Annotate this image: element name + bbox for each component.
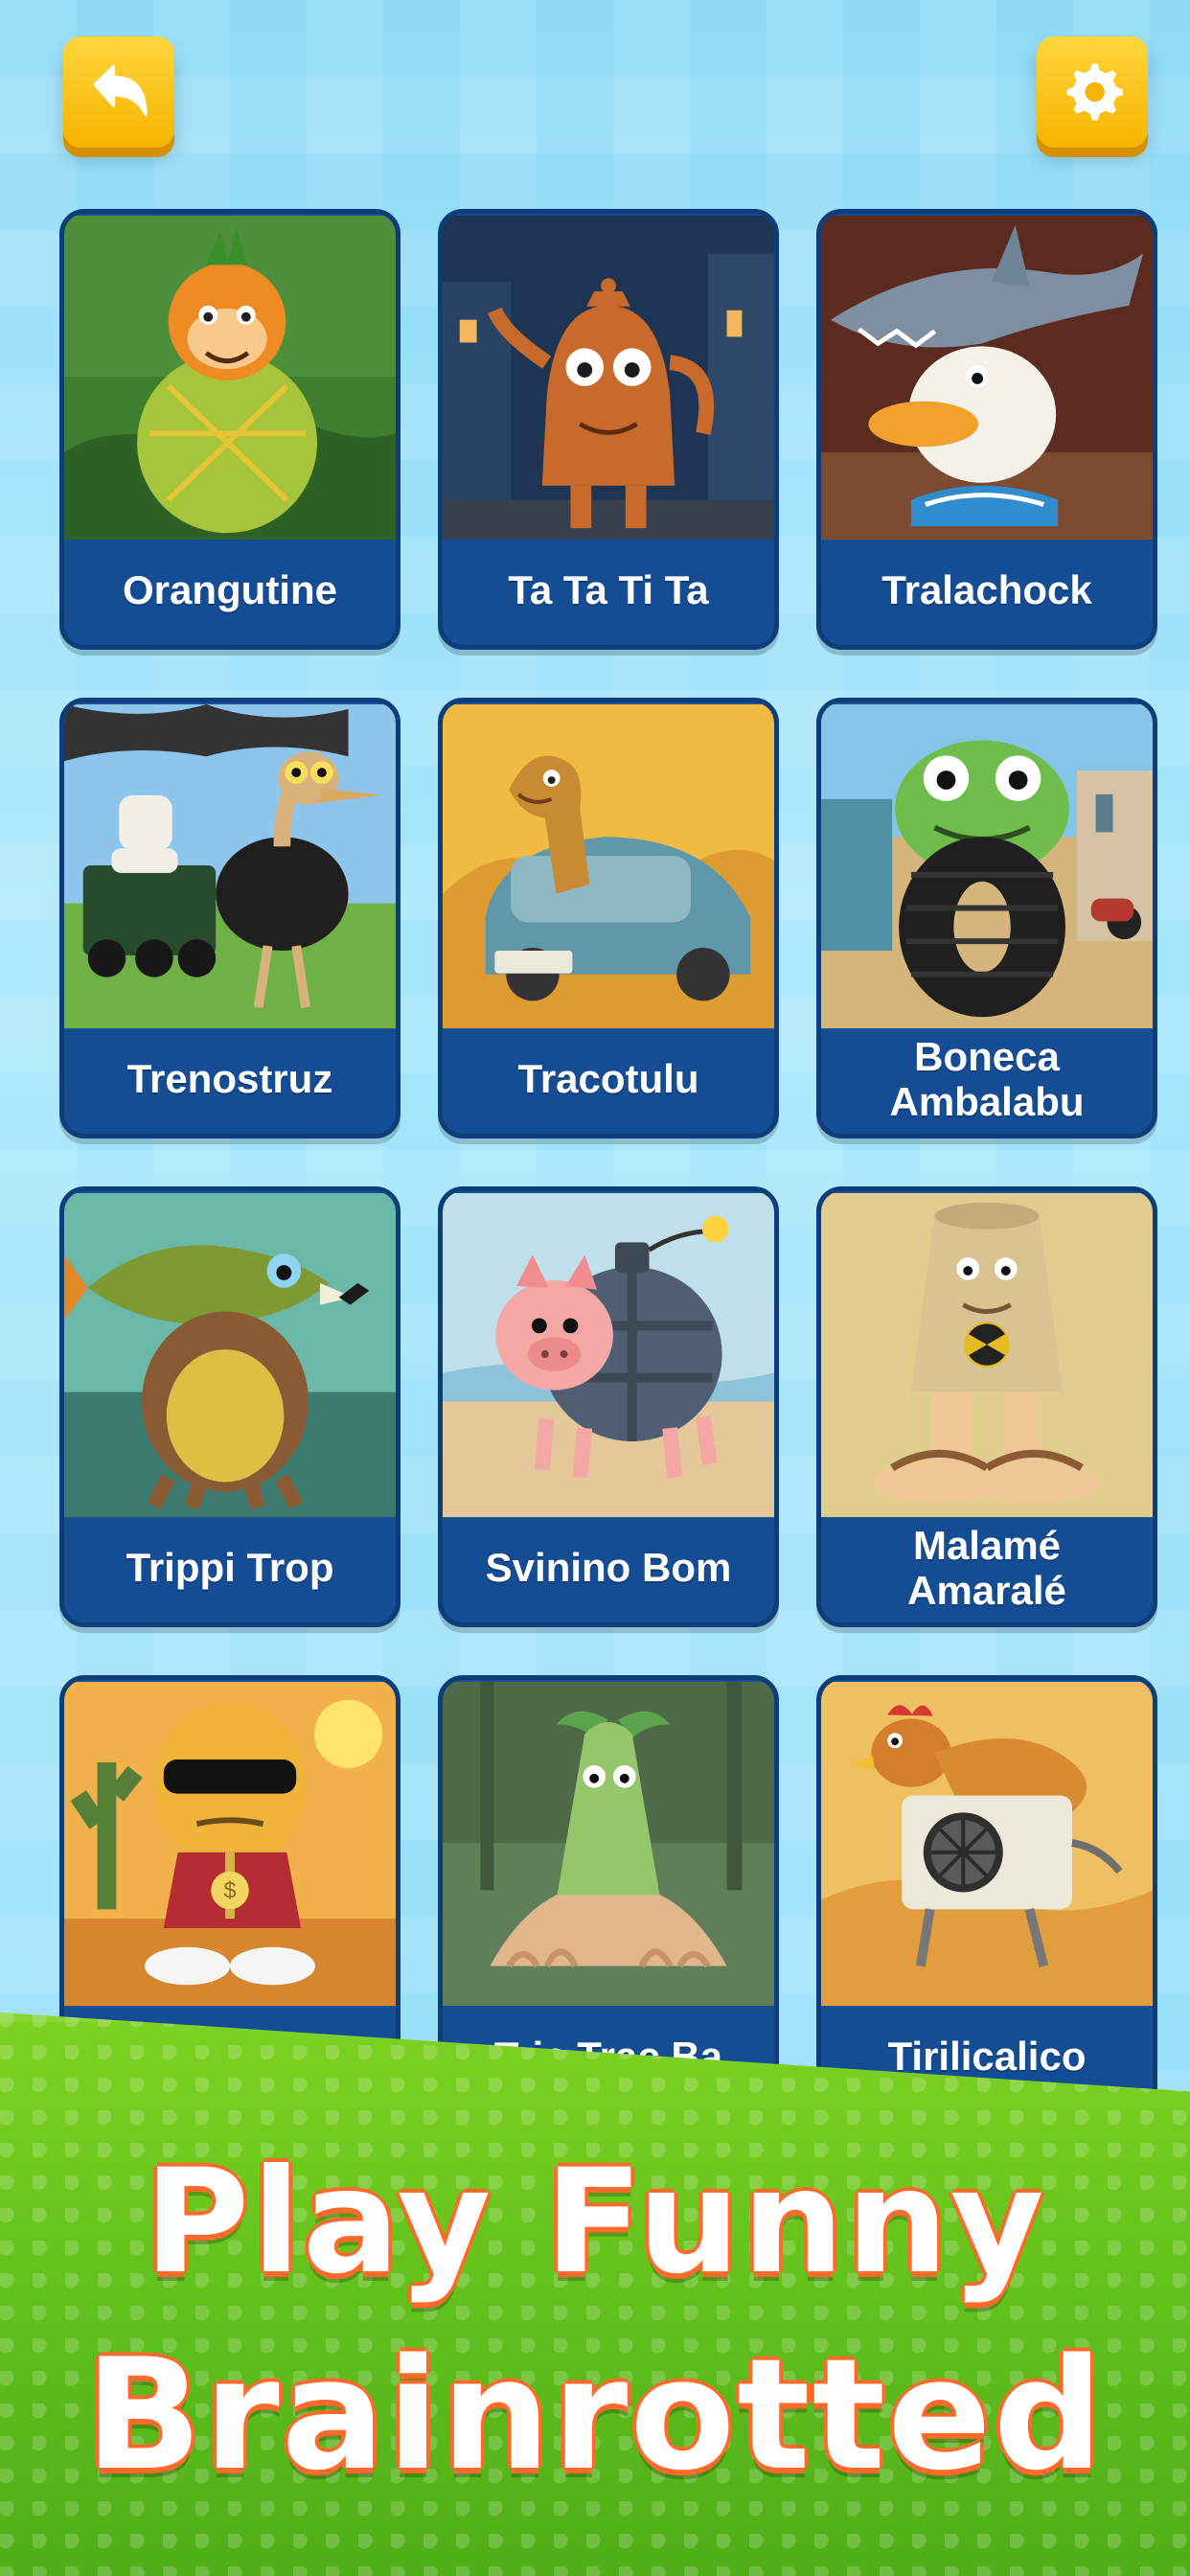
character-name: Malamé Amaralé [907, 1523, 1066, 1613]
character-name: Trenostruz [126, 1056, 333, 1102]
character-image-trenostruz [64, 702, 396, 1030]
gear-icon [1066, 63, 1123, 121]
character-image-orangutine [64, 214, 396, 541]
headline-line-1: Play Funny [144, 2139, 1046, 2306]
character-image-bombinito: $ [64, 1680, 396, 2008]
settings-button[interactable] [1037, 36, 1148, 148]
character-image-ta-ta-ti-ta [443, 214, 774, 541]
character-image-boneca-ambalabu [821, 702, 1153, 1030]
back-button[interactable] [63, 36, 174, 148]
app-screen: Orangutine Ta Ta Ti Ta Tralachock Trenos… [0, 0, 1190, 2576]
character-card-tirilicalico[interactable]: Tirilicalico [816, 1675, 1157, 2116]
back-arrow-icon [93, 64, 148, 116]
character-card-svinino-bom[interactable]: Svinino Bom [438, 1186, 779, 1627]
character-image-trippi-trop [64, 1191, 396, 1519]
character-image-tric-trac-ba [443, 1680, 774, 2008]
character-card-ta-ta-ti-ta[interactable]: Ta Ta Ti Ta [438, 209, 779, 650]
character-image-tralachock [821, 214, 1153, 541]
character-image-malame-amarale [821, 1191, 1153, 1519]
svg-text:$: $ [223, 1878, 236, 1903]
character-card-trippi-trop[interactable]: Trippi Trop [59, 1186, 400, 1627]
character-image-tracotulu [443, 702, 774, 1030]
character-card-boneca-ambalabu[interactable]: Boneca Ambalabu [816, 698, 1157, 1138]
character-name: Tracotulu [517, 1056, 699, 1102]
character-card-malame-amarale[interactable]: Malamé Amaralé [816, 1186, 1157, 1627]
headline-line-2: Brainrotted [84, 2325, 1106, 2504]
character-name: Ta Ta Ti Ta [508, 567, 709, 613]
character-image-tirilicalico [821, 1680, 1153, 2008]
character-name: Boneca Ambalabu [889, 1034, 1085, 1124]
character-card-trenostruz[interactable]: Trenostruz [59, 698, 400, 1138]
character-name: Trippi Trop [126, 1545, 334, 1591]
character-image-svinino-bom [443, 1191, 774, 1519]
character-card-tracotulu[interactable]: Tracotulu [438, 698, 779, 1138]
character-name: Orangutine [122, 567, 337, 613]
character-name: Svinino Bom [485, 1545, 732, 1591]
character-card-tralachock[interactable]: Tralachock [816, 209, 1157, 650]
character-grid: Orangutine Ta Ta Ti Ta Tralachock Trenos… [59, 209, 1157, 2126]
character-card-orangutine[interactable]: Orangutine [59, 209, 400, 650]
character-name: Tralachock [881, 567, 1092, 613]
